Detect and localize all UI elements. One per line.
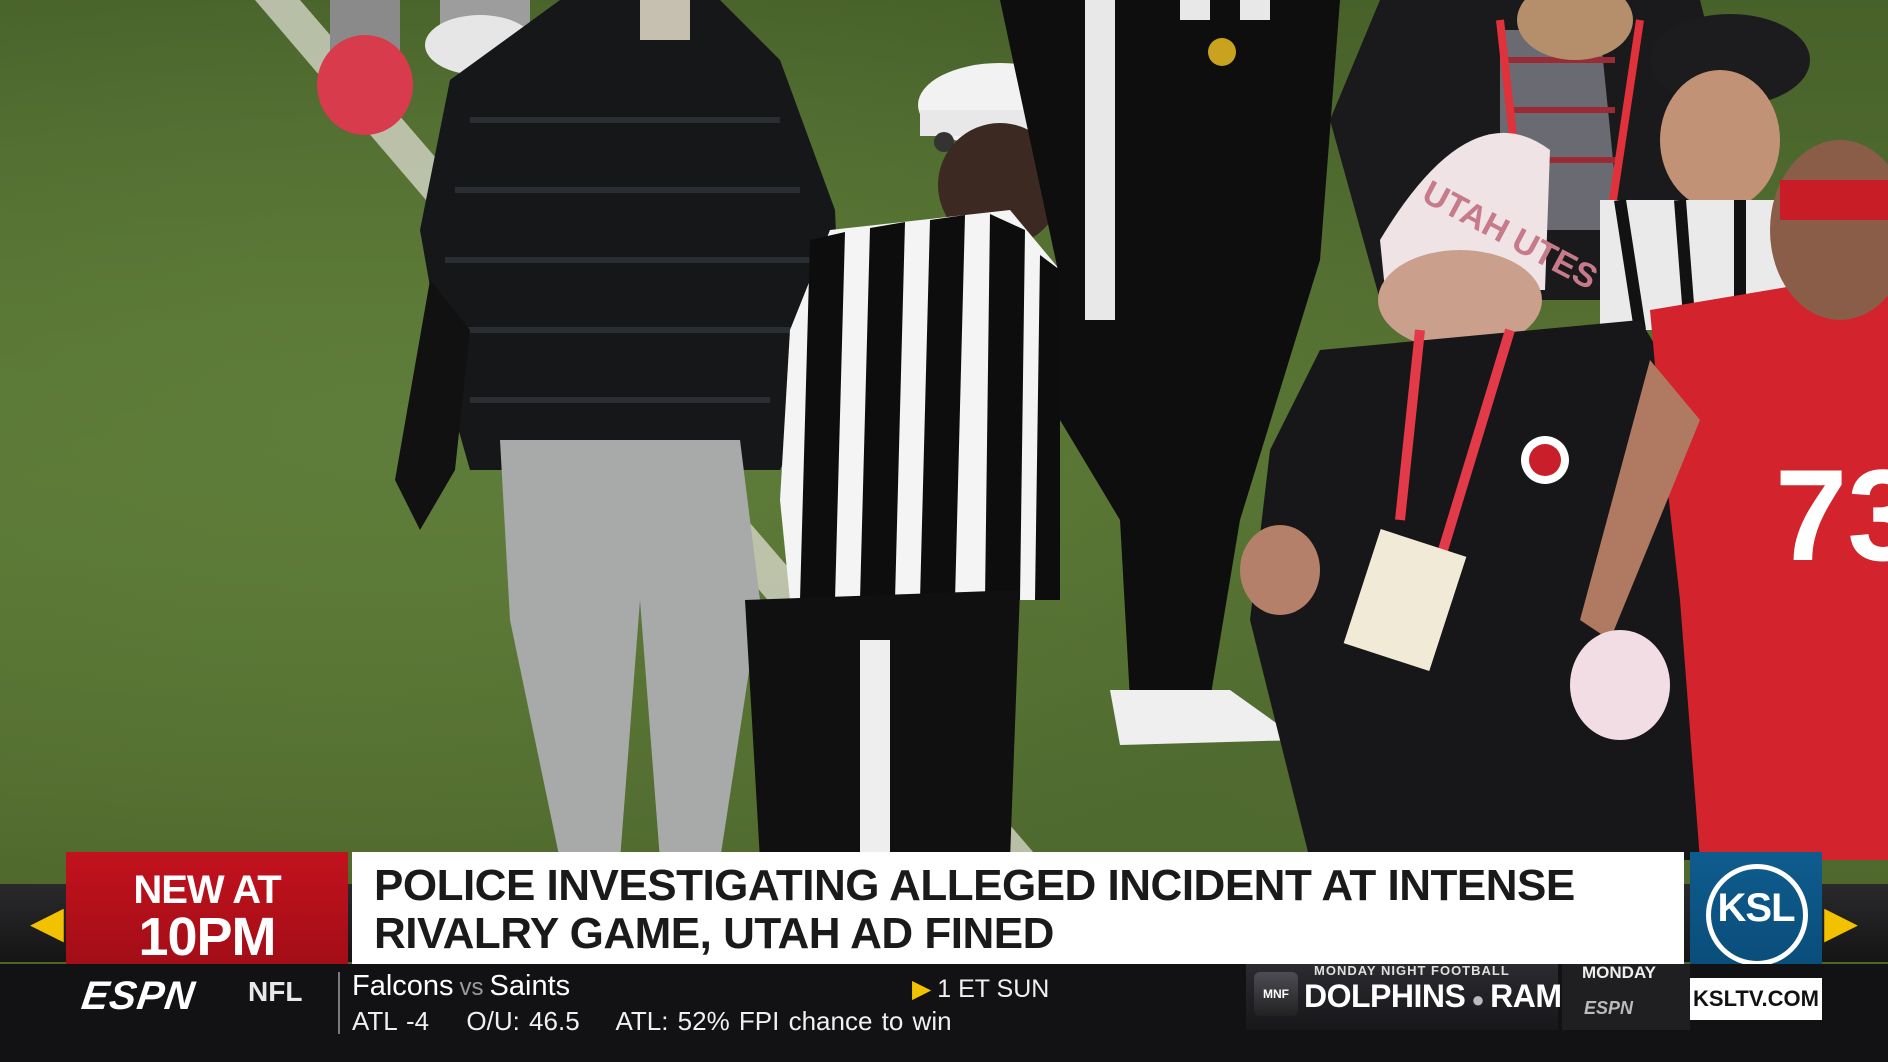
- mnf-shield-icon: MNF: [1254, 972, 1298, 1016]
- headline-text: POLICE INVESTIGATING ALLEGED INCIDENT AT…: [374, 861, 1575, 958]
- next-espn-logo: ESPN: [1584, 998, 1634, 1018]
- team-home: Saints: [489, 970, 571, 1002]
- chevron-right-icon: ▶: [1824, 898, 1858, 947]
- fpi-text: ATL: 52% FPI chance to win: [615, 1006, 952, 1036]
- fist: [1240, 525, 1320, 615]
- mnf-team1: DOLPHINS: [1304, 978, 1466, 1014]
- betting-lines: ATL -4 O/U: 46.5 ATL: 52% FPI chance to …: [352, 1006, 980, 1037]
- game-time: ▶ 1 ET SUN: [912, 974, 1049, 1004]
- game-time-text: 1 ET SUN: [937, 975, 1050, 1003]
- black-glove: [395, 280, 470, 530]
- mnf-matchup: DOLPHINS ● RAMS: [1304, 978, 1583, 1015]
- team-away: Falcons: [352, 970, 454, 1002]
- espn-logo: ESPN: [78, 974, 199, 1018]
- badge-line1: NEW AT: [133, 868, 281, 912]
- station-url: KSLTV.COM: [1690, 978, 1822, 1020]
- red-shoe: [317, 35, 413, 135]
- chevron-left-icon: ◀: [30, 898, 64, 947]
- mnf-promo: MONDAY NIGHT FOOTBALL MNF DOLPHINS ● RAMS: [1246, 963, 1583, 1030]
- headline-box: POLICE INVESTIGATING ALLEGED INCIDENT AT…: [352, 852, 1684, 972]
- vs-text: vs: [459, 974, 484, 1001]
- red-headband: [1780, 180, 1888, 220]
- next-promo: MONDAY ESPN: [1562, 963, 1690, 1030]
- spread: ATL -4: [352, 1006, 430, 1036]
- gray-pants: [500, 440, 760, 860]
- play-arrow-icon: ▶: [912, 975, 932, 1003]
- helmet-icon: ●: [1471, 987, 1485, 1012]
- espn-ticker: ESPN NFL Falcons vs Saints ▶ 1 ET SUN ATL -…: [0, 963, 1888, 1062]
- mnf-label: MONDAY NIGHT FOOTBALL: [1314, 963, 1510, 978]
- white-glove: [1570, 630, 1670, 740]
- over-under: O/U: 46.5: [466, 1006, 580, 1036]
- ticker-divider: [338, 972, 340, 1034]
- new-at-10pm-badge: NEW AT 10PM: [66, 852, 348, 972]
- ksl-logo-text: KSL: [1717, 886, 1796, 930]
- league-label: NFL: [248, 976, 303, 1007]
- badge-line2: 10PM: [138, 907, 276, 967]
- next-label: MONDAY: [1582, 963, 1656, 982]
- ksl-logo: KSL: [1690, 852, 1822, 978]
- matchup: Falcons vs Saints: [352, 970, 570, 1003]
- jersey-number: 73: [1775, 442, 1888, 588]
